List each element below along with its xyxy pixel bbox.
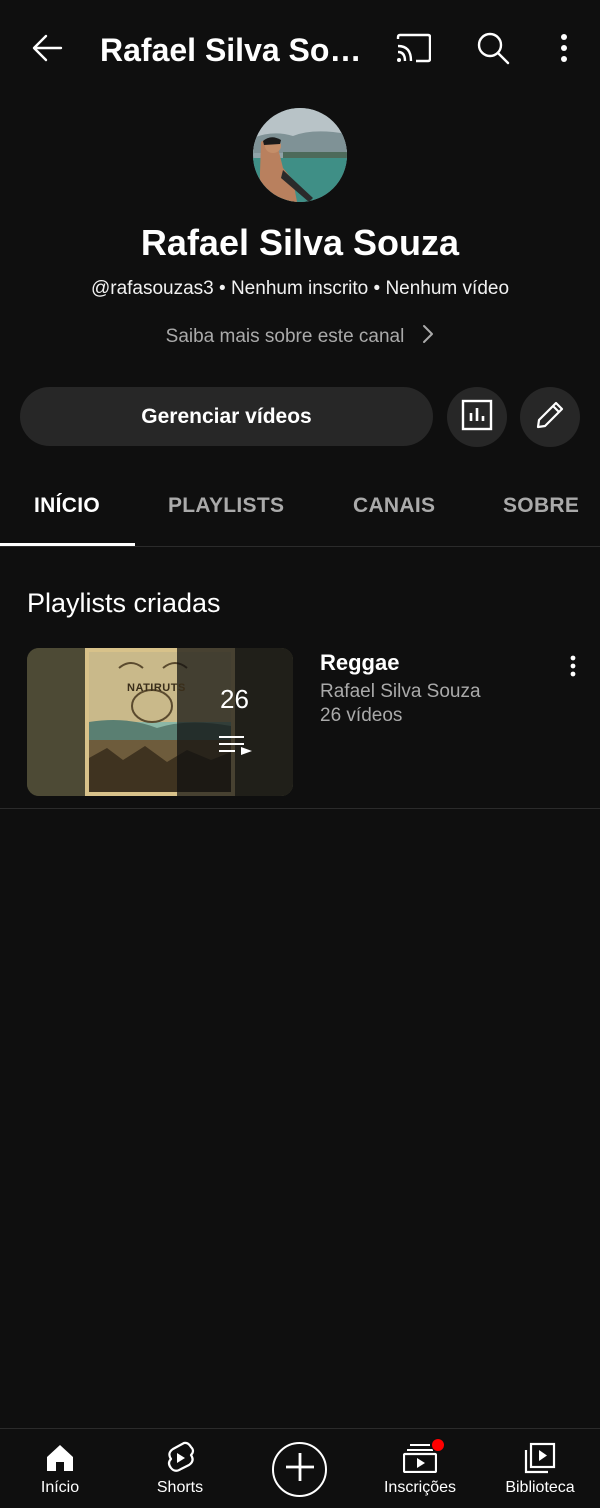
tab-canais[interactable]: CANAIS xyxy=(353,494,435,518)
search-icon[interactable] xyxy=(469,24,517,72)
playlist-thumbnail[interactable]: NATIRUTS 26 xyxy=(27,648,293,796)
about-channel-label: Saiba mais sobre este canal xyxy=(165,326,405,347)
playlist-video-count: 26 vídeos xyxy=(320,705,403,726)
section-title: Playlists criadas xyxy=(27,588,221,618)
nav-shorts-label: Shorts xyxy=(156,1479,204,1496)
manage-videos-button[interactable]: Gerenciar vídeos xyxy=(20,387,433,446)
analytics-button[interactable] xyxy=(447,387,507,447)
thumbnail-overlay xyxy=(177,648,293,796)
playlist-title: Reggae xyxy=(320,650,400,675)
channel-tabs: INÍCIO PLAYLISTS CANAIS SOBRE xyxy=(0,470,600,547)
chevron-right-icon xyxy=(422,324,434,350)
subscriptions-icon xyxy=(403,1438,445,1475)
pencil-icon xyxy=(534,399,566,436)
tab-playlists[interactable]: PLAYLISTS xyxy=(168,494,284,518)
home-icon xyxy=(45,1441,75,1475)
tab-inicio[interactable]: INÍCIO xyxy=(34,494,100,518)
nav-home[interactable]: Início xyxy=(0,1429,120,1508)
thumbnail-video-count: 26 xyxy=(220,684,249,714)
active-tab-indicator xyxy=(0,543,135,546)
nav-home-label: Início xyxy=(40,1479,80,1496)
nav-subscriptions-label: Inscrições xyxy=(383,1479,457,1496)
nav-library-label: Biblioteca xyxy=(505,1479,575,1496)
page-title: Rafael Silva Sou… xyxy=(100,32,370,68)
channel-avatar[interactable] xyxy=(253,108,347,202)
channel-meta: @rafasouzas3 • Nenhum inscrito • Nenhum … xyxy=(90,278,510,299)
back-arrow-icon[interactable] xyxy=(23,24,71,72)
create-plus-icon xyxy=(284,1451,316,1488)
playlist-item[interactable]: NATIRUTS 26 Reggae Rafael Silva Souza 26… xyxy=(0,647,600,809)
nav-subscriptions[interactable]: Inscrições xyxy=(360,1429,480,1508)
tab-sobre[interactable]: SOBRE xyxy=(503,494,579,518)
channel-name: Rafael Silva Souza xyxy=(140,222,460,263)
edit-channel-button[interactable] xyxy=(520,387,580,447)
top-app-bar: Rafael Silva Sou… xyxy=(0,0,600,100)
thumbnail-artwork-text: NATIRUTS xyxy=(127,682,186,694)
nav-library[interactable]: Biblioteca xyxy=(480,1429,600,1508)
analytics-icon xyxy=(461,399,493,436)
create-button[interactable] xyxy=(272,1442,327,1497)
library-icon xyxy=(524,1441,556,1475)
notification-dot xyxy=(431,1438,445,1452)
playlist-more-icon[interactable] xyxy=(556,649,590,683)
about-channel-link[interactable]: Saiba mais sobre este canal xyxy=(0,324,600,350)
nav-shorts[interactable]: Shorts xyxy=(120,1429,240,1508)
playlist-queue-icon xyxy=(218,734,254,761)
bottom-navigation: Início Shorts Inscrições Biblioteca xyxy=(0,1428,600,1508)
more-vert-icon[interactable] xyxy=(540,24,588,72)
cast-icon[interactable] xyxy=(389,24,437,72)
shorts-icon xyxy=(165,1441,195,1475)
playlist-owner: Rafael Silva Souza xyxy=(320,681,481,702)
